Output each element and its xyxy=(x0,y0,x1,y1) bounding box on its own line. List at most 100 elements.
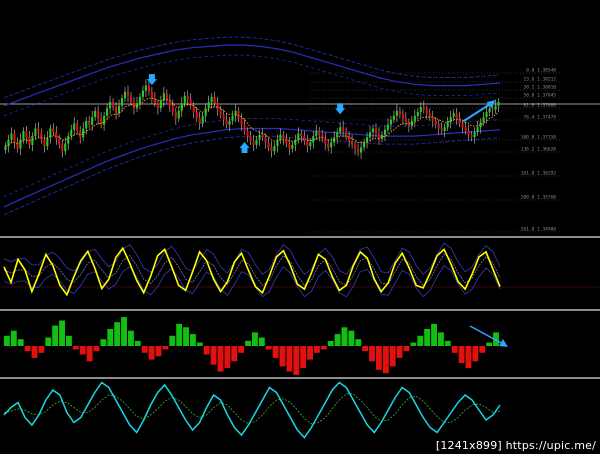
histogram-bar-down xyxy=(369,346,375,362)
histogram-bar-down xyxy=(162,346,169,350)
candle-bear xyxy=(249,136,252,142)
candle-bull xyxy=(64,143,67,152)
candle-bull xyxy=(488,108,491,113)
histogram-bar-up xyxy=(107,329,114,346)
candle-bear xyxy=(306,141,309,147)
candle-bull xyxy=(177,110,180,119)
histogram-bar-down xyxy=(307,346,313,360)
candle-bull xyxy=(70,129,73,137)
candle-bear xyxy=(88,120,91,125)
candle-bull xyxy=(413,115,416,121)
candle-bear xyxy=(76,123,79,131)
candle-bear xyxy=(351,141,354,145)
candle-bear xyxy=(174,112,177,119)
candle-bear xyxy=(97,110,100,119)
candle-bear xyxy=(434,120,437,125)
histogram-bar-up xyxy=(66,335,72,346)
histogram-bar-down xyxy=(238,346,245,353)
candle-bear xyxy=(55,132,58,139)
fib-label: 0.0 1.38540 xyxy=(526,68,556,74)
candle-bear xyxy=(318,131,321,135)
candle-bear xyxy=(398,110,401,115)
histogram-bar-down xyxy=(224,346,231,369)
histogram-bar-down xyxy=(320,346,327,350)
histogram-bar-up xyxy=(134,340,141,346)
histogram-bar-down xyxy=(24,346,31,352)
histogram-bar-up xyxy=(196,342,203,346)
candle-bear xyxy=(461,123,464,128)
candle-bear xyxy=(437,124,440,129)
candle-bear xyxy=(270,147,273,152)
histogram-bar-up xyxy=(341,327,348,346)
histogram-bar-down xyxy=(93,346,100,352)
candle-bull xyxy=(91,117,94,125)
histogram-bar-down xyxy=(451,346,458,353)
candle-bull xyxy=(22,131,25,140)
histogram-bar-up xyxy=(348,330,355,346)
candle-bear xyxy=(37,128,40,133)
candle-bear xyxy=(428,113,431,118)
candle-bull xyxy=(258,134,261,140)
candle-bull xyxy=(395,110,398,116)
candle-bull xyxy=(297,133,300,140)
histogram-bar-up xyxy=(52,325,59,346)
candle-bull xyxy=(123,91,127,99)
histogram-bar-up xyxy=(334,334,341,346)
histogram-bar-down xyxy=(217,346,224,372)
candle-bear xyxy=(327,143,330,148)
candle-bear xyxy=(213,96,216,104)
candle-bull xyxy=(443,127,446,131)
candle-bull xyxy=(419,107,422,113)
candle-bear xyxy=(264,137,267,143)
candle-bear xyxy=(467,131,470,135)
histogram-bar-up xyxy=(10,330,17,346)
candle-bull xyxy=(386,124,389,130)
candle-bull xyxy=(67,136,70,144)
histogram-bar-down xyxy=(79,346,86,355)
histogram-bar-down xyxy=(231,346,238,362)
candle-bear xyxy=(13,133,16,143)
candle-bear xyxy=(219,109,222,115)
candle-bear xyxy=(147,85,150,92)
candle-bull xyxy=(363,142,366,148)
candle-bull xyxy=(368,132,372,138)
histogram-bar-down xyxy=(403,346,410,352)
histogram-bar-down xyxy=(314,346,320,353)
candle-bull xyxy=(494,105,497,110)
candle-bear xyxy=(153,98,156,104)
histogram-bar-up xyxy=(410,342,417,346)
chart-background xyxy=(0,0,600,454)
candle-bull xyxy=(183,95,186,104)
histogram-bar-down xyxy=(86,346,93,362)
candle-bull xyxy=(339,127,342,133)
candle-bull xyxy=(201,115,204,124)
histogram-bar-up xyxy=(431,323,437,346)
histogram-bar-down xyxy=(465,346,472,369)
candle-bull xyxy=(449,117,452,123)
fib-label: 76.4 1.37478 xyxy=(523,115,556,121)
candle-bear xyxy=(225,119,228,125)
candle-bull xyxy=(383,129,387,135)
histogram-bar-up xyxy=(355,339,362,346)
histogram-bar-up xyxy=(17,339,24,346)
candle-bull xyxy=(228,120,231,125)
candle-bear xyxy=(61,144,64,152)
candle-bear xyxy=(288,143,291,149)
candle-bull xyxy=(255,139,258,145)
candle-bull xyxy=(141,90,144,97)
histogram-bar-down xyxy=(203,346,210,355)
candle-bull xyxy=(82,128,85,138)
candle-bear xyxy=(58,138,61,145)
candle-bull xyxy=(482,117,485,123)
histogram-bar-down xyxy=(155,346,162,357)
candle-bear xyxy=(192,105,195,113)
candle-bear xyxy=(25,131,28,138)
candle-bull xyxy=(330,142,333,148)
candle-bear xyxy=(115,107,118,114)
histogram-bar-up xyxy=(438,332,444,346)
candle-bear xyxy=(150,91,153,99)
candle-bear xyxy=(243,124,246,131)
candle-bull xyxy=(204,108,207,116)
candle-bull xyxy=(476,127,479,133)
candle-bear xyxy=(425,109,428,114)
